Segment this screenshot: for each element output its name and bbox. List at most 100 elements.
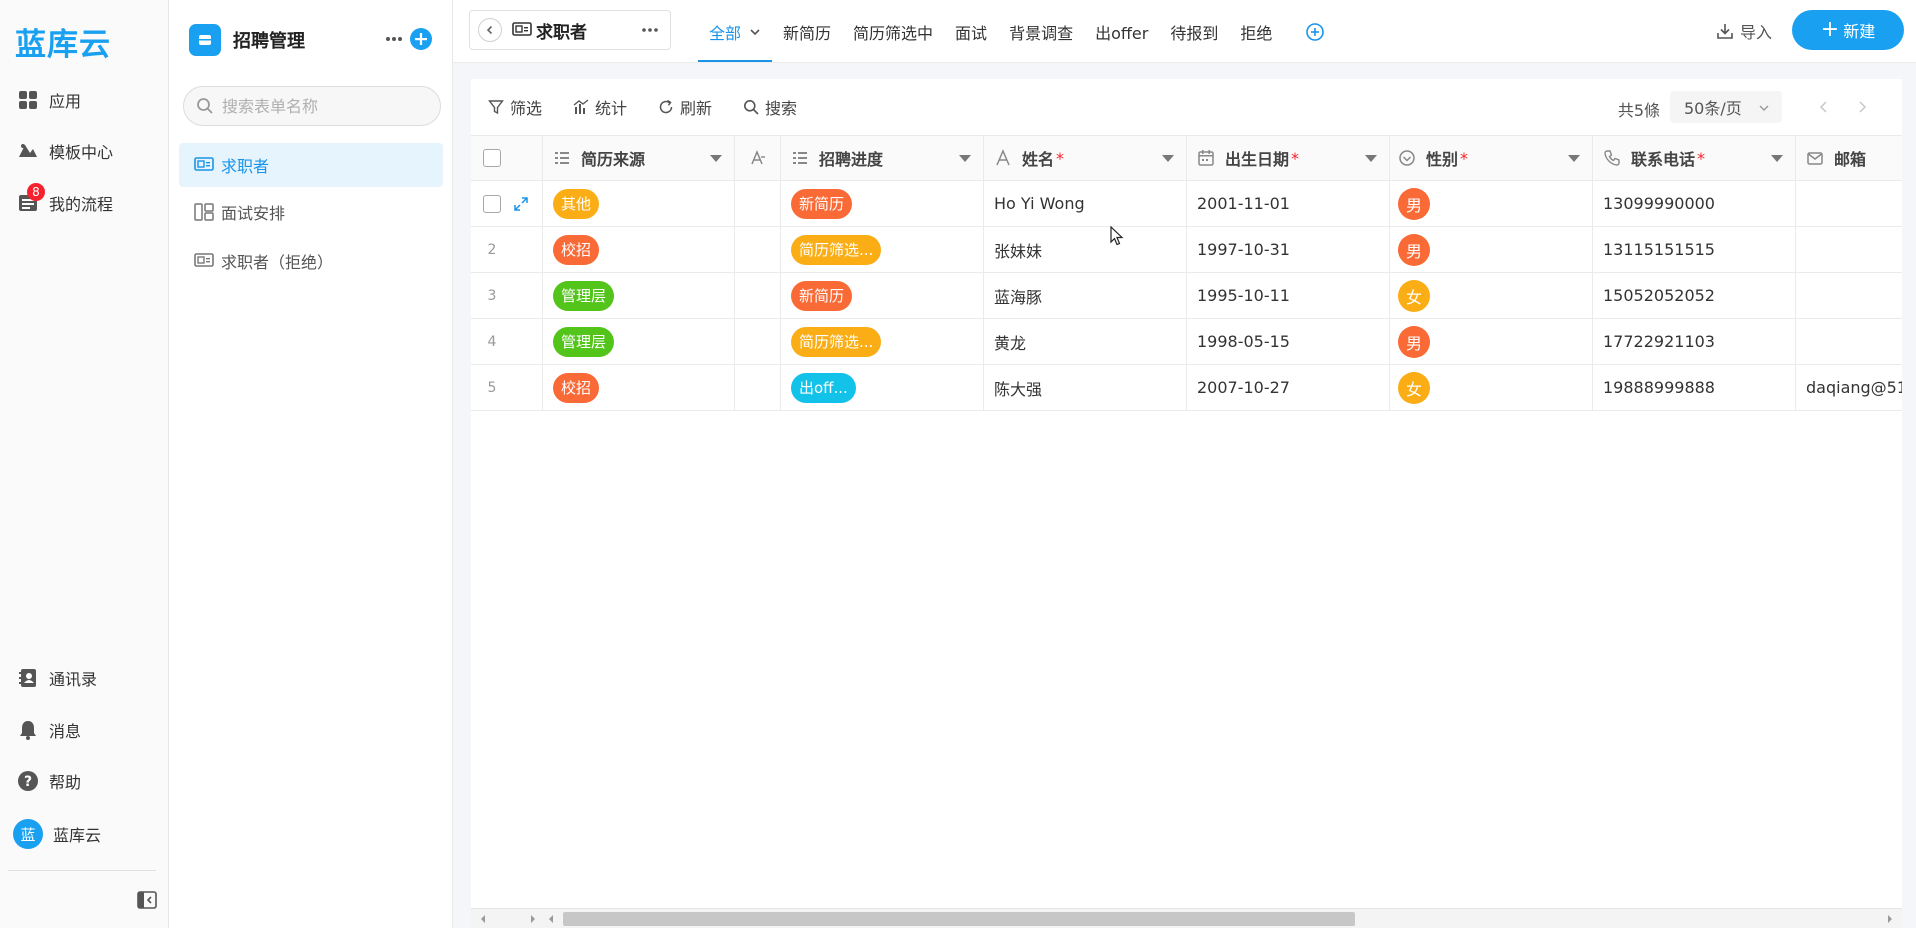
source-cell[interactable]: 校招 xyxy=(543,227,735,272)
column-header-email[interactable]: 邮箱 xyxy=(1796,136,1902,180)
nav-item-rejected[interactable]: 求职者（拒绝） xyxy=(179,239,443,283)
new-record-button[interactable]: + 新建 xyxy=(1792,10,1904,50)
user-profile[interactable]: 蓝 蓝库云 xyxy=(13,818,101,850)
import-button[interactable]: 导入 xyxy=(1716,16,1772,46)
more-options-icon[interactable] xyxy=(640,20,660,40)
column-menu-icon[interactable] xyxy=(1771,155,1783,162)
name-cell[interactable]: 黄龙 xyxy=(984,319,1187,364)
source-cell[interactable]: 其他 xyxy=(543,181,735,226)
formula-cell[interactable] xyxy=(735,319,781,364)
formula-cell[interactable] xyxy=(735,181,781,226)
birthdate-cell[interactable]: 1998-05-15 xyxy=(1187,319,1390,364)
column-header-progress[interactable]: 招聘进度 xyxy=(781,136,984,180)
back-icon[interactable] xyxy=(478,18,502,42)
column-menu-icon[interactable] xyxy=(1162,155,1174,162)
filter-button[interactable]: 筛选 xyxy=(487,95,542,119)
table-row[interactable]: 3 管理层 新简历 蓝海豚 1995-10-11 女 15052052052 xyxy=(471,273,1902,319)
tab-all[interactable]: 全部 xyxy=(698,0,773,63)
next-page-icon[interactable] xyxy=(1852,97,1872,117)
refresh-button[interactable]: 刷新 xyxy=(657,95,712,119)
column-menu-icon[interactable] xyxy=(1568,155,1580,162)
form-switcher[interactable]: 求职者 xyxy=(469,10,671,50)
column-header-phone[interactable]: 联系电话 * xyxy=(1593,136,1796,180)
email-cell[interactable] xyxy=(1796,319,1902,364)
form-search-input[interactable] xyxy=(222,96,422,116)
scroll-right-icon[interactable] xyxy=(527,913,539,925)
table-row[interactable]: 其他 新简历 Ho Yi Wong 2001-11-01 男 130999900… xyxy=(471,181,1902,227)
more-options-icon[interactable] xyxy=(383,28,405,50)
email-cell[interactable] xyxy=(1796,181,1902,226)
tab-rejected[interactable]: 拒绝 xyxy=(1229,0,1283,63)
birthdate-cell[interactable]: 2001-11-01 xyxy=(1187,181,1390,226)
horizontal-scrollbar[interactable] xyxy=(471,908,1902,928)
gender-cell[interactable]: 女 xyxy=(1390,365,1593,410)
page-size-select[interactable]: 50条/页 xyxy=(1670,91,1782,123)
email-cell[interactable] xyxy=(1796,227,1902,272)
rail-item-my-flows[interactable]: 8 我的流程 xyxy=(16,183,113,219)
tab-offer[interactable]: 出offer xyxy=(1084,0,1159,63)
scrollbar-thumb[interactable] xyxy=(563,912,1355,926)
tab-new-resume[interactable]: 新简历 xyxy=(772,0,842,63)
column-menu-icon[interactable] xyxy=(959,155,971,162)
table-row[interactable]: 2 校招 简历筛选... 张妹妹 1997-10-31 男 1311515151… xyxy=(471,227,1902,273)
tab-interview[interactable]: 面试 xyxy=(944,0,998,63)
stats-button[interactable]: 统计 xyxy=(572,95,627,119)
form-search[interactable] xyxy=(183,86,441,126)
prev-page-icon[interactable] xyxy=(1814,97,1834,117)
birthdate-cell[interactable]: 2007-10-27 xyxy=(1187,365,1390,410)
phone-cell[interactable]: 13115151515 xyxy=(1593,227,1796,272)
column-menu-icon[interactable] xyxy=(710,155,722,162)
tab-background-check[interactable]: 背景调查 xyxy=(998,0,1084,63)
formula-cell[interactable] xyxy=(735,273,781,318)
name-cell[interactable]: 蓝海豚 xyxy=(984,273,1187,318)
source-cell[interactable]: 管理层 xyxy=(543,273,735,318)
formula-cell[interactable] xyxy=(735,365,781,410)
chevron-down-icon[interactable] xyxy=(749,26,761,38)
brand-logo[interactable]: 蓝库云 xyxy=(15,19,111,64)
scroll-right-icon[interactable] xyxy=(1884,913,1896,925)
nav-item-applicants[interactable]: 求职者 xyxy=(179,143,443,187)
tab-pending-onboard[interactable]: 待报到 xyxy=(1159,0,1229,63)
birthdate-cell[interactable]: 1995-10-11 xyxy=(1187,273,1390,318)
progress-cell[interactable]: 新简历 xyxy=(781,273,984,318)
rail-item-apps[interactable]: 应用 xyxy=(16,84,81,116)
email-cell[interactable] xyxy=(1796,273,1902,318)
gender-cell[interactable]: 男 xyxy=(1390,227,1593,272)
progress-cell[interactable]: 简历筛选... xyxy=(781,319,984,364)
column-header-gender[interactable]: 性别 * xyxy=(1390,136,1593,180)
search-button[interactable]: 搜索 xyxy=(742,95,797,119)
phone-cell[interactable]: 17722921103 xyxy=(1593,319,1796,364)
table-row[interactable]: 5 校招 出off... 陈大强 2007-10-27 女 1988899988… xyxy=(471,365,1902,411)
tab-screening[interactable]: 简历筛选中 xyxy=(842,0,944,63)
name-cell[interactable]: Ho Yi Wong xyxy=(984,181,1187,226)
progress-cell[interactable]: 出off... xyxy=(781,365,984,410)
gender-cell[interactable]: 男 xyxy=(1390,181,1593,226)
column-header-formula[interactable] xyxy=(735,136,781,180)
select-all-checkbox[interactable] xyxy=(483,149,501,167)
gender-cell[interactable]: 女 xyxy=(1390,273,1593,318)
name-cell[interactable]: 张妹妹 xyxy=(984,227,1187,272)
progress-cell[interactable]: 新简历 xyxy=(781,181,984,226)
birthdate-cell[interactable]: 1997-10-31 xyxy=(1187,227,1390,272)
rail-item-messages[interactable]: 消息 xyxy=(16,714,81,746)
add-view-icon[interactable] xyxy=(1305,22,1325,42)
rail-item-help[interactable]: ? 帮助 xyxy=(16,765,81,797)
email-cell[interactable]: daqiang@516 xyxy=(1796,365,1902,410)
gender-cell[interactable]: 男 xyxy=(1390,319,1593,364)
collapse-sidebar-icon[interactable] xyxy=(137,890,157,910)
scroll-left-icon[interactable] xyxy=(477,913,489,925)
row-checkbox[interactable] xyxy=(483,194,501,213)
column-menu-icon[interactable] xyxy=(1365,155,1377,162)
expand-icon[interactable] xyxy=(513,196,529,212)
scroll-left-icon[interactable] xyxy=(545,913,557,925)
table-row[interactable]: 4 管理层 简历筛选... 黄龙 1998-05-15 男 1772292110… xyxy=(471,319,1902,365)
formula-cell[interactable] xyxy=(735,227,781,272)
phone-cell[interactable]: 19888999888 xyxy=(1593,365,1796,410)
column-header-source[interactable]: 简历来源 xyxy=(543,136,735,180)
rail-item-templates[interactable]: 模板中心 xyxy=(16,135,113,167)
name-cell[interactable]: 陈大强 xyxy=(984,365,1187,410)
column-header-name[interactable]: 姓名 * xyxy=(984,136,1187,180)
progress-cell[interactable]: 简历筛选... xyxy=(781,227,984,272)
add-form-icon[interactable] xyxy=(409,27,433,51)
nav-item-interviews[interactable]: 面试安排 xyxy=(179,190,443,234)
